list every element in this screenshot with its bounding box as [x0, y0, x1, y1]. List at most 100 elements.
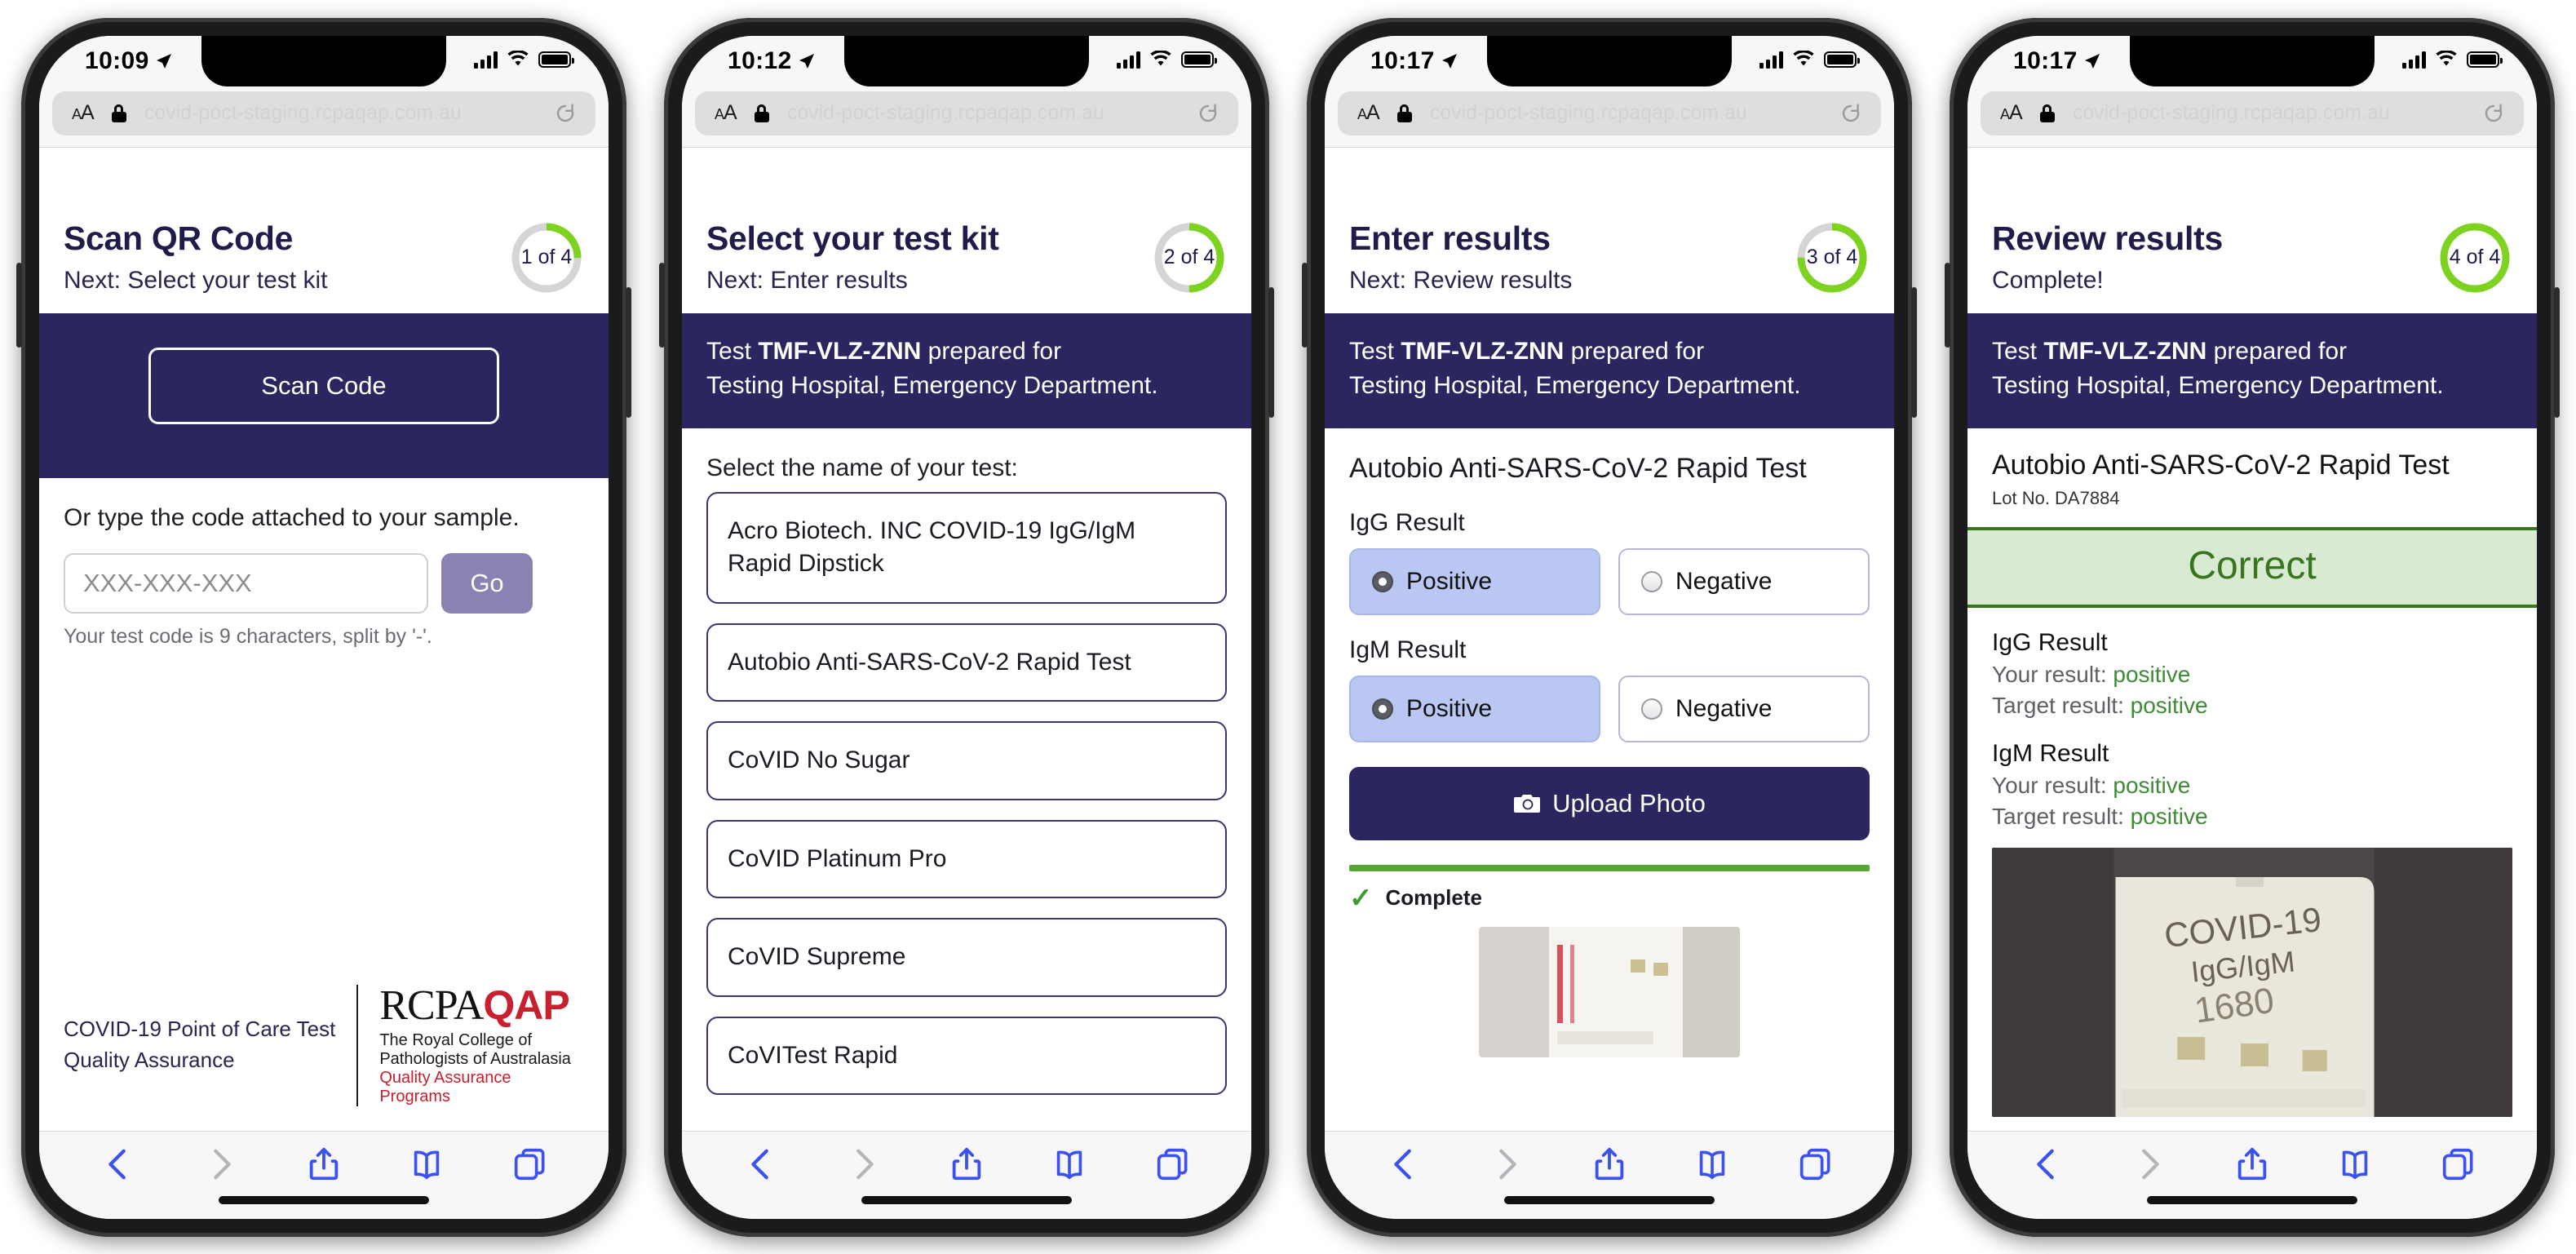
url-bar[interactable]: AA covid-poct-staging.rcpaqap.com.au [1981, 91, 2524, 135]
forward-icon[interactable] [845, 1145, 883, 1183]
list-item[interactable]: CoVID No Sugar [706, 721, 1227, 800]
upload-photo-button[interactable]: Upload Photo [1349, 766, 1870, 840]
radio-icon [1641, 570, 1662, 592]
url-text[interactable]: covid-poct-staging.rcpaqap.com.au [787, 101, 1180, 125]
igg-positive-option[interactable]: Positive [1349, 547, 1600, 615]
progress-ring: 1 of 4 [509, 220, 584, 295]
reload-icon[interactable] [555, 103, 576, 124]
text-size-icon[interactable]: AA [715, 101, 737, 125]
share-icon[interactable] [305, 1145, 343, 1183]
url-text[interactable]: covid-poct-staging.rcpaqap.com.au [1430, 101, 1822, 125]
verdict-label: Correct [2188, 543, 2317, 587]
wifi-icon [2436, 50, 2457, 65]
reload-icon[interactable] [2483, 103, 2504, 124]
forward-icon[interactable] [202, 1145, 240, 1183]
result-photo[interactable]: COVID-19 IgG/IgM 1680 [1992, 847, 2512, 1117]
page-subtitle: Complete! [1992, 266, 2104, 294]
battery-icon [2467, 51, 2503, 68]
tabs-icon[interactable] [1153, 1145, 1191, 1183]
upload-progress-bar [1349, 864, 1870, 871]
banner-test-code: TMF-VLZ-ZNN [758, 337, 922, 365]
logo-qap: QAP [483, 981, 569, 1028]
url-bar-container: AA covid-poct-staging.rcpaqap.com.au [39, 86, 609, 148]
logo-line1: The Royal College of Pathologists of Aus… [379, 1030, 571, 1068]
url-text[interactable]: covid-poct-staging.rcpaqap.com.au [2073, 101, 2465, 125]
progress-ring: 3 of 4 [1795, 220, 1870, 295]
banner-suffix: prepared for [921, 337, 1062, 365]
forward-icon[interactable] [1488, 1145, 1525, 1183]
back-icon[interactable] [742, 1145, 780, 1183]
bookmarks-icon[interactable] [2336, 1145, 2374, 1183]
igg-target-result: Target result: positive [1992, 693, 2512, 719]
url-text[interactable]: covid-poct-staging.rcpaqap.com.au [144, 101, 537, 125]
igg-your-result: Your result: positive [1992, 662, 2512, 688]
code-input[interactable] [64, 552, 428, 614]
list-item[interactable]: CoVID Platinum Pro [706, 819, 1227, 899]
page-header: Enter results Next: Review results 3 of … [1325, 198, 1894, 313]
page-title: Enter results [1349, 219, 1551, 257]
forward-icon[interactable] [2131, 1145, 2168, 1183]
footer-text-line2: Quality Assurance [64, 1048, 235, 1072]
igm-positive-option[interactable]: Positive [1349, 675, 1600, 742]
share-icon[interactable] [2233, 1145, 2271, 1183]
banner-test-code: TMF-VLZ-ZNN [2043, 337, 2207, 365]
verdict-banner: Correct [1967, 526, 2537, 608]
footer-text: COVID-19 Point of Care Test Quality Assu… [64, 1014, 335, 1075]
tabs-icon[interactable] [511, 1145, 548, 1183]
status-indicators [1117, 50, 1217, 69]
go-button[interactable]: Go [441, 552, 533, 614]
url-bar[interactable]: AA covid-poct-staging.rcpaqap.com.au [695, 91, 1238, 135]
igm-your-result: Your result: positive [1992, 773, 2512, 799]
bookmarks-icon[interactable] [1051, 1145, 1088, 1183]
list-item[interactable]: Acro Biotech. INC COVID-19 IgG/IgM Rapid… [706, 491, 1227, 604]
list-item[interactable]: CoVID Supreme [706, 918, 1227, 997]
url-bar[interactable]: AA covid-poct-staging.rcpaqap.com.au [1338, 91, 1881, 135]
logo-line2: Quality Assurance Programs [379, 1068, 511, 1106]
page-header: Scan QR Code Next: Select your test kit … [39, 198, 609, 313]
battery-icon [1181, 51, 1217, 68]
lock-icon [111, 104, 126, 122]
igg-negative-option[interactable]: Negative [1618, 547, 1870, 615]
reload-icon[interactable] [1840, 103, 1861, 124]
back-icon[interactable] [1385, 1145, 1423, 1183]
back-icon[interactable] [100, 1145, 137, 1183]
wifi-icon [1150, 50, 1171, 65]
url-bar-container: AA covid-poct-staging.rcpaqap.com.au [1325, 86, 1894, 148]
manual-entry-section: Or type the code attached to your sample… [39, 478, 609, 649]
tabs-icon[interactable] [1796, 1145, 1834, 1183]
battery-icon [538, 51, 574, 68]
igm-negative-option[interactable]: Negative [1618, 675, 1870, 742]
cellular-icon [1759, 51, 1783, 69]
list-item[interactable]: Autobio Anti-SARS-CoV-2 Rapid Test [706, 623, 1227, 702]
kit-list: Acro Biotech. INC COVID-19 IgG/IgM Rapid… [682, 487, 1251, 1096]
list-item[interactable]: CoVITest Rapid [706, 1016, 1227, 1096]
url-bar[interactable]: AA covid-poct-staging.rcpaqap.com.au [52, 91, 595, 135]
phone-4-screen: 10:17 AA covid-poct-staging.rcpaqap.com.… [1967, 35, 2537, 1219]
scan-code-button[interactable]: Scan Code [148, 347, 499, 424]
reload-icon[interactable] [1197, 103, 1219, 124]
bookmarks-icon[interactable] [408, 1145, 445, 1183]
banner-line2: Testing Hospital, Emergency Department. [1349, 372, 1801, 400]
bookmarks-icon[interactable] [1693, 1145, 1731, 1183]
back-icon[interactable] [2028, 1145, 2065, 1183]
page-subtitle: Next: Review results [1349, 266, 1573, 294]
results-entry-section: Autobio Anti-SARS-CoV-2 Rapid Test IgG R… [1325, 428, 1894, 1057]
phone-2: 10:12 AA covid-poct-staging.rcpaqap.com.… [659, 17, 1274, 1237]
page-content-3: Enter results Next: Review results 3 of … [1325, 198, 1894, 1131]
footer-text-line1: COVID-19 Point of Care Test [64, 1017, 336, 1042]
reviewed-kit-name: Autobio Anti-SARS-CoV-2 Rapid Test [1992, 449, 2450, 481]
igm-target-value: positive [2130, 803, 2208, 829]
igm-review-group: IgM Result Your result: positive Target … [1992, 740, 2512, 830]
lot-number: Lot No. DA7884 [1992, 487, 2120, 508]
progress-label: 4 of 4 [2449, 246, 2501, 268]
share-icon[interactable] [948, 1145, 985, 1183]
page-title: Select your test kit [706, 219, 999, 257]
text-size-icon[interactable]: AA [72, 101, 95, 125]
upload-status-label: Complete [1385, 885, 1482, 911]
tabs-icon[interactable] [2439, 1145, 2476, 1183]
uploaded-photo-thumbnail[interactable] [1479, 926, 1740, 1057]
share-icon[interactable] [1591, 1145, 1628, 1183]
text-size-icon[interactable]: AA [1357, 101, 1380, 125]
scan-zone: Scan Code [39, 312, 609, 478]
text-size-icon[interactable]: AA [2000, 101, 2023, 125]
